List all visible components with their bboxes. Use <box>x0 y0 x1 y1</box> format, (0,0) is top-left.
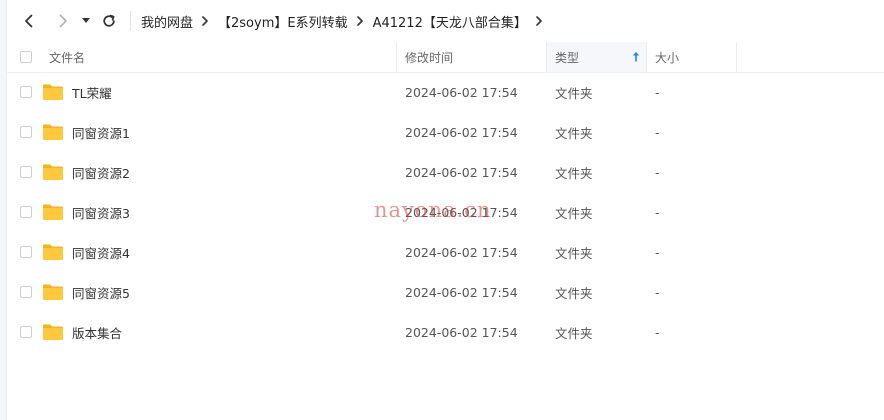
breadcrumb-item-series[interactable]: 【2soym】E系列转载 <box>218 12 348 31</box>
file-manager-window: 我的网盘 【2soym】E系列转载 A41212【天龙八部合集】 文件名 修改时… <box>0 0 884 420</box>
table-header: 文件名 修改时间 类型 大小 <box>6 42 884 73</box>
select-all-cell <box>6 51 40 63</box>
header-name-label: 文件名 <box>49 50 86 65</box>
table-row[interactable]: 同窗资源4 2024-06-02 17:54 文件夹 - <box>6 232 884 272</box>
forward-button[interactable] <box>50 8 76 34</box>
breadcrumb-item-root[interactable]: 我的网盘 <box>141 12 193 31</box>
file-size: - <box>655 164 660 180</box>
folder-icon <box>43 244 63 260</box>
header-type-label: 类型 <box>555 50 580 65</box>
file-type: 文件夹 <box>555 285 593 301</box>
file-name-cell[interactable]: 同窗资源3 <box>40 203 397 222</box>
row-checkbox[interactable] <box>20 246 32 258</box>
row-checkbox[interactable] <box>20 166 32 178</box>
refresh-button[interactable] <box>96 8 122 34</box>
row-select-cell <box>6 86 40 98</box>
file-size: - <box>655 244 660 260</box>
row-checkbox[interactable] <box>20 286 32 298</box>
file-size: - <box>655 284 660 300</box>
modified-time: 2024-06-02 17:54 <box>405 284 518 300</box>
file-type: 文件夹 <box>555 85 593 101</box>
modified-time: 2024-06-02 17:54 <box>405 324 518 340</box>
header-name[interactable]: 文件名 <box>40 42 397 72</box>
file-type: 文件夹 <box>555 205 593 221</box>
file-name-cell[interactable]: 版本集合 <box>40 323 397 342</box>
file-name: 同窗资源1 <box>72 125 130 141</box>
file-name: 版本集合 <box>72 325 123 341</box>
file-name-cell[interactable]: 同窗资源1 <box>40 123 397 142</box>
row-checkbox[interactable] <box>20 86 32 98</box>
file-size: - <box>655 124 660 140</box>
folder-icon <box>43 324 63 340</box>
file-name-cell[interactable]: 同窗资源2 <box>40 163 397 182</box>
breadcrumb-separator-icon <box>356 16 364 26</box>
row-select-cell <box>6 166 40 178</box>
row-select-cell <box>6 286 40 298</box>
file-size: - <box>655 204 660 220</box>
row-select-cell <box>6 126 40 138</box>
refresh-icon <box>103 14 115 27</box>
toolbar-divider <box>130 11 131 31</box>
select-all-checkbox[interactable] <box>20 51 32 63</box>
file-type: 文件夹 <box>555 245 593 261</box>
file-name: 同窗资源4 <box>72 245 130 261</box>
arrow-up-icon <box>632 52 640 62</box>
table-row[interactable]: 同窗资源5 2024-06-02 17:54 文件夹 - <box>6 272 884 312</box>
file-name-cell[interactable]: TL荣耀 <box>40 83 397 102</box>
file-type: 文件夹 <box>555 325 593 341</box>
navigation-toolbar: 我的网盘 【2soym】E系列转载 A41212【天龙八部合集】 <box>6 0 884 42</box>
row-checkbox[interactable] <box>20 206 32 218</box>
chevron-right-icon <box>59 14 67 28</box>
modified-time: 2024-06-02 17:54 <box>405 204 518 220</box>
header-size-label: 大小 <box>655 50 680 65</box>
header-type[interactable]: 类型 <box>547 42 647 72</box>
back-button[interactable] <box>16 8 42 34</box>
row-select-cell <box>6 326 40 338</box>
folder-icon <box>43 164 63 180</box>
row-select-cell <box>6 206 40 218</box>
file-name: 同窗资源5 <box>72 285 130 301</box>
file-name: 同窗资源2 <box>72 165 130 181</box>
file-name: TL荣耀 <box>72 85 112 101</box>
file-size: - <box>655 84 660 100</box>
table-row[interactable]: 同窗资源3 2024-06-02 17:54 文件夹 - <box>6 192 884 232</box>
file-size: - <box>655 324 660 340</box>
folder-icon <box>43 284 63 300</box>
header-modified-time[interactable]: 修改时间 <box>397 42 547 72</box>
table-row[interactable]: TL荣耀 2024-06-02 17:54 文件夹 - <box>6 72 884 112</box>
file-name-cell[interactable]: 同窗资源4 <box>40 243 397 262</box>
folder-icon <box>43 124 63 140</box>
table-row[interactable]: 同窗资源1 2024-06-02 17:54 文件夹 - <box>6 112 884 152</box>
table-row[interactable]: 同窗资源2 2024-06-02 17:54 文件夹 - <box>6 152 884 192</box>
folder-icon <box>43 84 63 100</box>
breadcrumb-item-current[interactable]: A41212【天龙八部合集】 <box>373 12 527 31</box>
modified-time: 2024-06-02 17:54 <box>405 84 518 100</box>
table-row[interactable]: 版本集合 2024-06-02 17:54 文件夹 - <box>6 312 884 352</box>
row-checkbox[interactable] <box>20 326 32 338</box>
folder-icon <box>43 204 63 220</box>
modified-time: 2024-06-02 17:54 <box>405 244 518 260</box>
header-modified-time-label: 修改时间 <box>405 50 454 65</box>
breadcrumb-expand-icon[interactable] <box>535 16 543 26</box>
file-type: 文件夹 <box>555 125 593 141</box>
header-size[interactable]: 大小 <box>647 42 737 72</box>
file-name-cell[interactable]: 同窗资源5 <box>40 283 397 302</box>
file-type: 文件夹 <box>555 165 593 181</box>
chevron-left-icon <box>25 14 33 28</box>
breadcrumb: 我的网盘 【2soym】E系列转载 A41212【天龙八部合集】 <box>141 12 552 31</box>
modified-time: 2024-06-02 17:54 <box>405 124 518 140</box>
modified-time: 2024-06-02 17:54 <box>405 164 518 180</box>
breadcrumb-separator-icon <box>201 16 209 26</box>
row-checkbox[interactable] <box>20 126 32 138</box>
caret-down-icon <box>82 18 90 23</box>
file-name: 同窗资源3 <box>72 205 130 221</box>
history-dropdown-button[interactable] <box>78 8 94 34</box>
row-select-cell <box>6 246 40 258</box>
file-list: TL荣耀 2024-06-02 17:54 文件夹 - 同窗资源1 2024-0… <box>6 72 884 352</box>
